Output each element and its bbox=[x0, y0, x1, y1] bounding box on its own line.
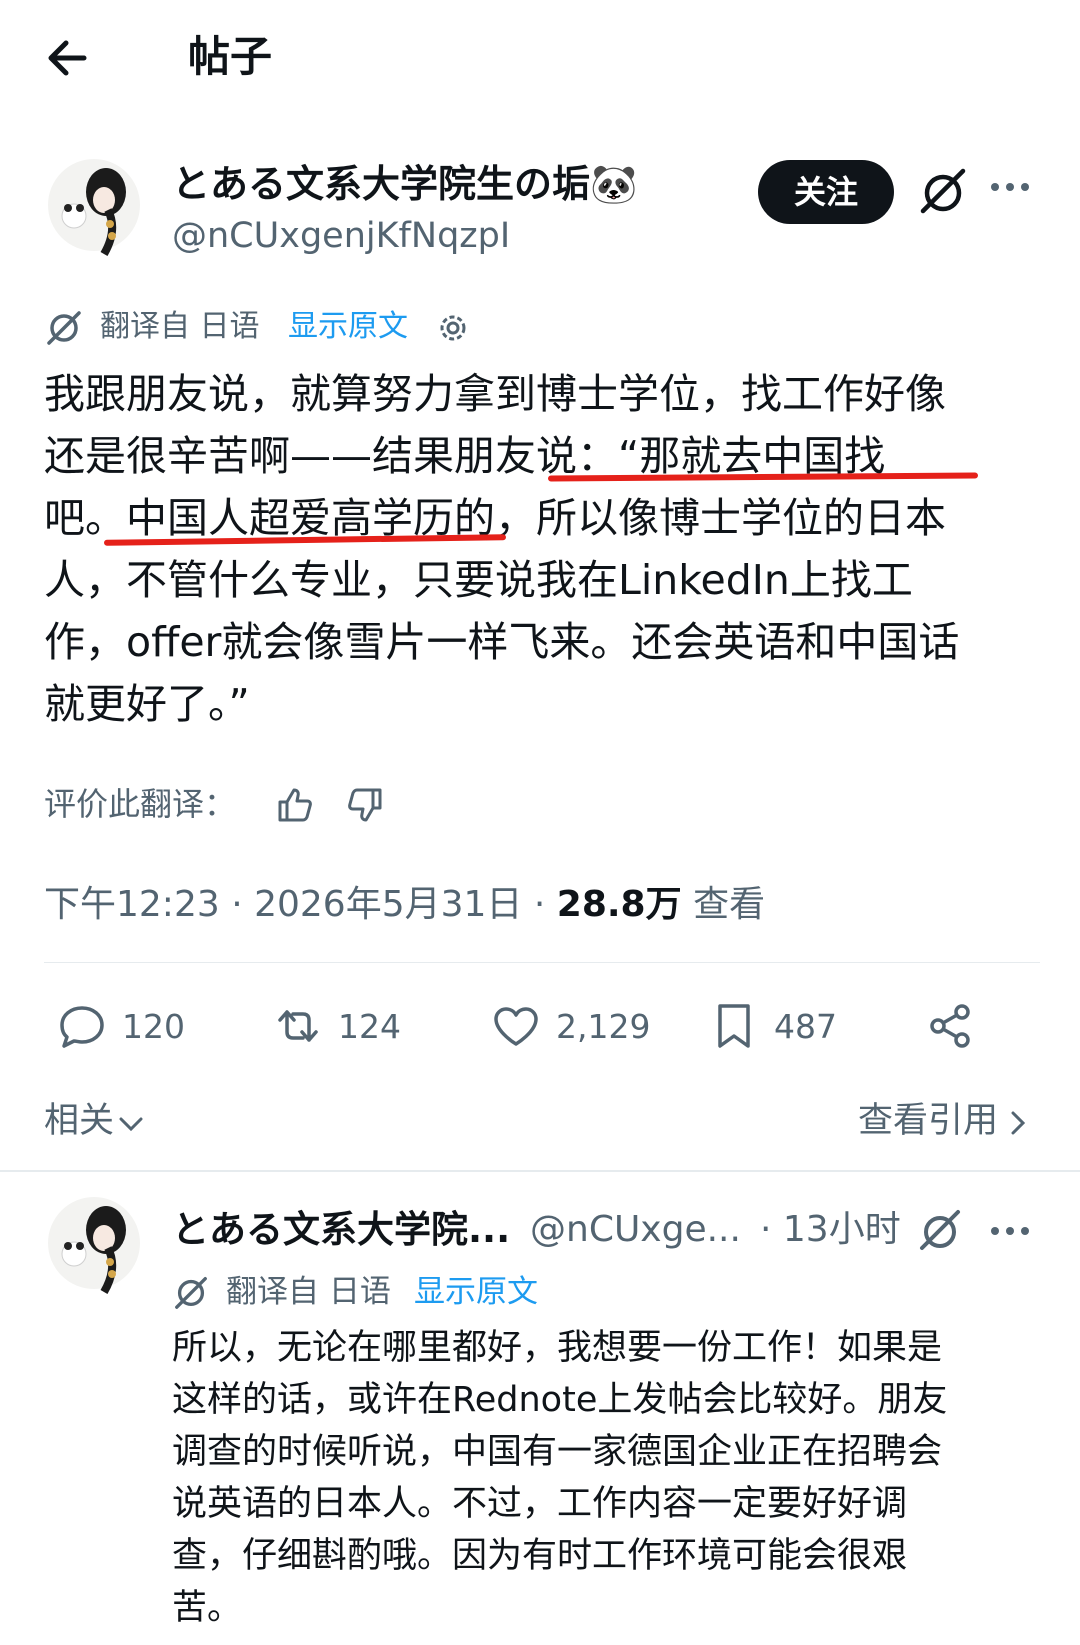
share-button[interactable] bbox=[924, 998, 976, 1054]
divider bbox=[0, 1170, 1080, 1172]
more-icon[interactable] bbox=[988, 176, 1032, 198]
like-count: 2,129 bbox=[556, 1006, 651, 1046]
chevron-down-icon bbox=[119, 1117, 143, 1132]
post-time[interactable]: 下午12:23 bbox=[44, 884, 220, 925]
avatar[interactable] bbox=[46, 150, 142, 260]
translated-from-label: 翻译自 日语 bbox=[226, 1274, 391, 1310]
show-original-link[interactable]: 显示原文 bbox=[288, 307, 408, 347]
rate-translation-label: 评价此翻译： bbox=[44, 785, 237, 823]
reply-button[interactable]: 120 bbox=[56, 998, 185, 1054]
reply-icon bbox=[60, 1006, 104, 1048]
settings-icon[interactable] bbox=[435, 310, 471, 346]
reply-author-name[interactable]: とある文系大学院... bbox=[172, 1205, 510, 1255]
reply-time[interactable]: · 13小时 bbox=[760, 1205, 901, 1255]
repost-count: 124 bbox=[338, 1006, 401, 1046]
back-button[interactable] bbox=[40, 30, 96, 86]
post-line: 作，offer就会像雪片一样飞来。还会英语和中国话 bbox=[44, 618, 960, 666]
translated-from-label: 翻译自 日语 bbox=[100, 309, 260, 344]
post-line: 人，不管什么专业，只要说我在LinkedIn上找工 bbox=[44, 556, 913, 604]
post-body: 我跟朋友说，就算努力拿到博士学位，找工作好像 还是很辛苦啊——结果朋友说：“那就… bbox=[44, 363, 1044, 735]
back-arrow-icon bbox=[48, 40, 87, 76]
grok-icon[interactable] bbox=[915, 163, 971, 219]
thumbs-down-icon[interactable] bbox=[344, 784, 386, 826]
reply-line: 查，仔细斟酌哦。因为有时工作环境可能会很艰 bbox=[172, 1536, 908, 1576]
views-count: 28.8万 bbox=[556, 884, 682, 925]
reply-line: 说英语的日本人。不过，工作内容一定要好好调 bbox=[172, 1484, 908, 1524]
reply-line: 这样的话，或许在Rednote上发帖会比较好。朋友 bbox=[172, 1380, 948, 1420]
grok-icon[interactable] bbox=[915, 1205, 965, 1255]
reply-author-handle[interactable]: @nCUxge... bbox=[530, 1205, 741, 1255]
chevron-right-icon bbox=[1011, 1111, 1026, 1135]
bookmark-count: 487 bbox=[774, 1006, 837, 1046]
related-label: 相关 bbox=[44, 1101, 115, 1141]
view-quotes-label: 查看引用 bbox=[858, 1101, 999, 1141]
repost-button[interactable]: 124 bbox=[272, 998, 401, 1054]
author-name[interactable]: とある文系大学院生の垢🐼 bbox=[172, 160, 637, 208]
author-handle[interactable]: @nCUxgenjKfNqzpI bbox=[172, 214, 510, 258]
reply-count: 120 bbox=[122, 1006, 185, 1046]
reply-avatar[interactable] bbox=[46, 1188, 142, 1298]
more-icon[interactable] bbox=[988, 1220, 1032, 1242]
post-date[interactable]: 2026年5月31日 bbox=[254, 884, 522, 925]
post-line: 我跟朋友说，就算努力拿到博士学位，找工作好像 bbox=[44, 370, 946, 418]
views-label: 查看 bbox=[693, 884, 766, 925]
repost-icon bbox=[278, 1010, 318, 1042]
post-line: 就更好了。” bbox=[44, 680, 250, 728]
thumbs-up-icon[interactable] bbox=[274, 784, 316, 826]
meta-separator: · bbox=[533, 884, 557, 925]
like-icon bbox=[494, 1007, 538, 1046]
bookmark-button[interactable]: 487 bbox=[708, 998, 837, 1054]
reply-line: 所以，无论在哪里都好，我想要一份工作！如果是 bbox=[172, 1328, 943, 1368]
bookmark-icon bbox=[718, 1004, 750, 1048]
reply-line: 苦。 bbox=[172, 1588, 243, 1628]
reply-line: 调查的时候听说，中国有一家德国企业正在招聘会 bbox=[172, 1432, 943, 1472]
meta-separator: · bbox=[231, 884, 255, 925]
follow-button[interactable]: 关注 bbox=[758, 160, 894, 224]
translate-icon bbox=[172, 1273, 210, 1311]
divider bbox=[44, 962, 1040, 963]
show-original-link[interactable]: 显示原文 bbox=[414, 1271, 538, 1313]
post-meta: 下午12:23 · 2026年5月31日 · 28.8万 查看 bbox=[44, 880, 765, 930]
related-toggle[interactable]: 相关 bbox=[44, 1096, 146, 1146]
page-title: 帖子 bbox=[188, 32, 273, 81]
reply-body: 所以，无论在哪里都好，我想要一份工作！如果是 这样的话，或许在Rednote上发… bbox=[172, 1322, 1042, 1634]
share-icon bbox=[930, 1004, 970, 1048]
view-quotes-link[interactable]: 查看引用 bbox=[858, 1096, 1032, 1146]
like-button[interactable]: 2,129 bbox=[490, 998, 650, 1054]
translate-icon bbox=[44, 307, 84, 347]
